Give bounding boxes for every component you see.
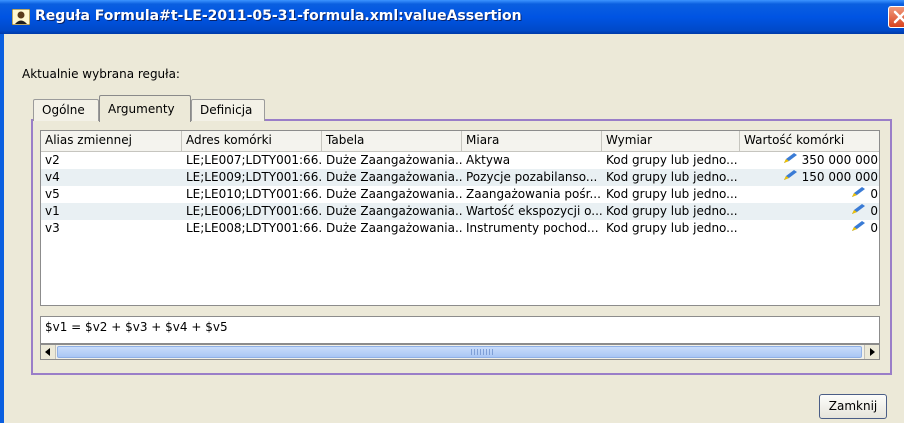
tab-arguments[interactable]: Argumenty	[99, 95, 191, 122]
cell-address: LE;LE010;LDTY001:66...	[186, 187, 322, 201]
cell-dimension: Kod grupy lub jedno...	[606, 153, 738, 167]
close-icon[interactable]	[888, 6, 904, 28]
cell-value: 150 000 000	[740, 169, 879, 186]
cell-dimension: Kod grupy lub jedno...	[606, 187, 738, 201]
pencil-icon[interactable]	[782, 169, 798, 186]
column-header-value[interactable]: Wartość komórki	[740, 131, 879, 151]
cell-alias: v1	[45, 204, 60, 218]
arguments-table[interactable]: Alias zmiennej Adres komórki Tabela Miar…	[40, 130, 880, 306]
formula-text: $v1 = $v2 + $v3 + $v4 + $v5	[45, 320, 228, 334]
close-button[interactable]: Zamknij	[819, 394, 887, 419]
cell-alias: v4	[45, 170, 60, 184]
arrow-right-icon	[870, 348, 875, 356]
table-row[interactable]: v5 LE;LE010;LDTY001:66... Duże Zaangażow…	[41, 186, 879, 203]
table-row[interactable]: v3 LE;LE008;LDTY001:66... Duże Zaangażow…	[41, 220, 879, 237]
cell-alias: v3	[45, 221, 60, 235]
horizontal-scrollbar[interactable]	[40, 344, 880, 360]
table-header: Alias zmiennej Adres komórki Tabela Miar…	[41, 131, 879, 152]
table-row[interactable]: v2 LE;LE007;LDTY001:66... Duże Zaangażow…	[41, 152, 879, 169]
arrow-left-icon	[45, 348, 50, 356]
cell-measure: Aktywa	[466, 153, 511, 167]
cell-measure: Instrumenty pochod...	[466, 221, 599, 235]
title-bar[interactable]: Reguła Formula#t-LE-2011-05-31-formula.x…	[0, 0, 904, 34]
table-row[interactable]: v4 LE;LE009;LDTY001:66... Duże Zaangażow…	[41, 169, 879, 186]
scroll-left-button[interactable]	[41, 345, 56, 359]
cell-table: Duże Zaangażowania...	[326, 153, 462, 167]
pencil-icon[interactable]	[782, 152, 798, 169]
tab-definition[interactable]: Definicja	[191, 99, 265, 121]
scrollbar-thumb[interactable]	[57, 346, 862, 358]
column-header-dimension[interactable]: Wymiar	[602, 131, 740, 151]
cell-table: Duże Zaangażowania...	[326, 187, 462, 201]
cell-dimension: Kod grupy lub jedno...	[606, 221, 738, 235]
column-header-measure[interactable]: Miara	[462, 131, 602, 151]
cell-value: 0	[740, 186, 879, 203]
formula-field[interactable]: $v1 = $v2 + $v3 + $v4 + $v5	[40, 316, 880, 344]
cell-address: LE;LE008;LDTY001:66...	[186, 221, 322, 235]
scroll-right-button[interactable]	[864, 345, 879, 359]
current-rule-label: Aktualnie wybrana reguła:	[22, 67, 180, 81]
pencil-icon[interactable]	[850, 220, 866, 237]
cell-table: Duże Zaangażowania...	[326, 221, 462, 235]
cell-table: Duże Zaangażowania...	[326, 204, 462, 218]
cell-dimension: Kod grupy lub jedno...	[606, 204, 738, 218]
table-row[interactable]: v1 LE;LE006;LDTY001:66... Duże Zaangażow…	[41, 203, 879, 220]
window-frame-left	[0, 34, 4, 423]
cell-address: LE;LE009;LDTY001:66...	[186, 170, 322, 184]
cell-measure: Zaangażowania pośr...	[466, 187, 601, 201]
column-header-address[interactable]: Adres komórki	[182, 131, 322, 151]
cell-value: 350 000 000	[740, 152, 879, 169]
column-header-table[interactable]: Tabela	[322, 131, 462, 151]
cell-value: 0	[740, 203, 879, 220]
window-title: Reguła Formula#t-LE-2011-05-31-formula.x…	[35, 8, 522, 24]
cell-measure: Wartość ekspozycji o...	[466, 204, 602, 218]
cell-address: LE;LE006;LDTY001:66...	[186, 204, 322, 218]
pencil-icon[interactable]	[850, 186, 866, 203]
pencil-icon[interactable]	[850, 203, 866, 220]
column-header-alias[interactable]: Alias zmiennej	[41, 131, 182, 151]
grip-icon	[471, 349, 493, 355]
cell-alias: v5	[45, 187, 60, 201]
user-app-icon	[11, 8, 31, 26]
cell-address: LE;LE007;LDTY001:66...	[186, 153, 322, 167]
tab-general[interactable]: Ogólne	[33, 99, 99, 121]
cell-dimension: Kod grupy lub jedno...	[606, 170, 738, 184]
cell-alias: v2	[45, 153, 60, 167]
cell-table: Duże Zaangażowania...	[326, 170, 462, 184]
cell-value: 0	[740, 220, 879, 237]
cell-measure: Pozycje pozabilanso...	[466, 170, 598, 184]
